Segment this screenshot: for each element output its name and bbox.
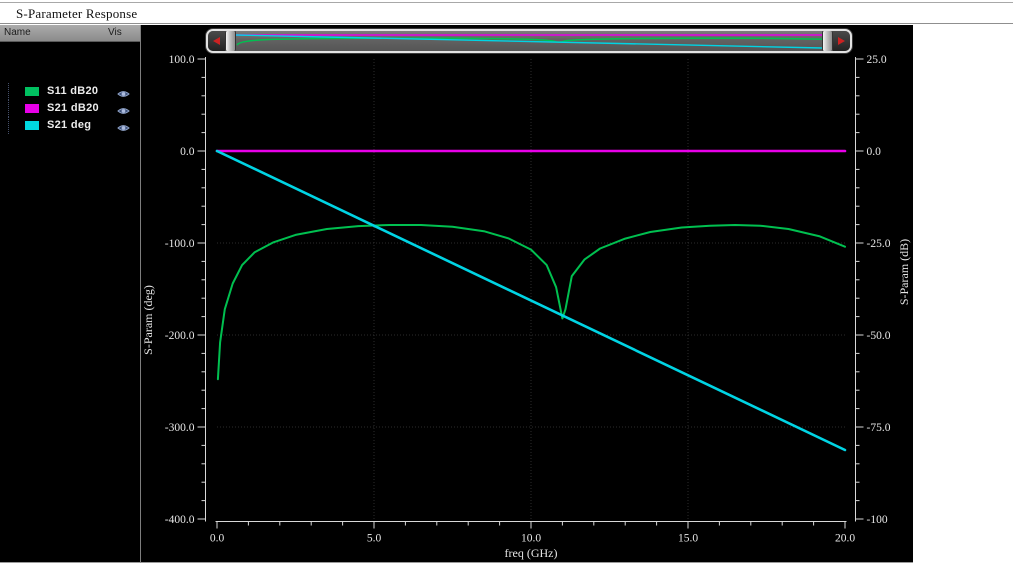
scrollbar-right-handle[interactable] [822, 31, 833, 51]
trace-label: S21 deg [47, 119, 92, 131]
scroll-right-button[interactable] [833, 31, 850, 51]
eye-icon[interactable] [117, 120, 130, 138]
trace-panel-header: Name Vis [0, 25, 140, 42]
trace-color-swatch [25, 121, 39, 130]
tree-branch-mark [8, 100, 9, 117]
trace-label: S21 dB20 [47, 102, 99, 114]
tree-branch-mark [8, 117, 9, 134]
title-separator [0, 23, 1013, 24]
page-title: S-Parameter Response [16, 6, 138, 21]
trace-color-swatch [25, 87, 39, 96]
trace-label: S11 dB20 [47, 85, 99, 97]
waveform-preview-thumbnail [236, 31, 822, 51]
scrollbar-left-handle[interactable] [225, 31, 236, 51]
plot-canvas[interactable] [140, 25, 913, 563]
tree-branch-mark [8, 83, 9, 100]
horizontal-scrollbar[interactable] [206, 29, 852, 53]
window-top-rule [0, 2, 1013, 3]
scroll-left-button[interactable] [208, 31, 225, 51]
scroll-left-arrow-icon [213, 37, 220, 45]
trace-panel: Name Vis S11 dB20 S21 dB20 S21 deg [0, 25, 140, 563]
column-header-vis: Vis [108, 27, 122, 38]
scroll-right-arrow-icon [838, 37, 845, 45]
preview-curve-s21-deg [236, 35, 822, 48]
trace-color-swatch [25, 104, 39, 113]
legend-item[interactable]: S11 dB20 [0, 83, 140, 100]
legend-item[interactable]: S21 deg [0, 117, 140, 134]
sparameter-viewer-window: { "window": { "title": "S-Parameter Resp… [0, 0, 1013, 571]
column-header-name: Name [4, 27, 31, 38]
scrollbar-waveform-preview[interactable] [236, 31, 822, 51]
legend-item[interactable]: S21 dB20 [0, 100, 140, 117]
legend-list: S11 dB20 S21 dB20 S21 deg [0, 83, 140, 134]
